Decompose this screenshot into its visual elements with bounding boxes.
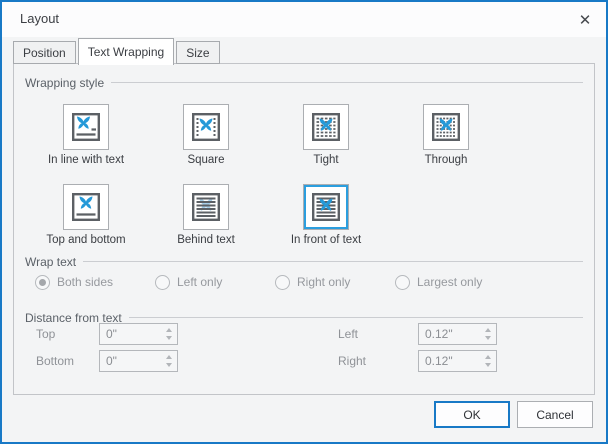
wrapping-option-top-and-bottom[interactable]: Top and bottom xyxy=(26,184,146,264)
spin-down-icon[interactable] xyxy=(485,363,491,367)
spinner xyxy=(161,324,177,344)
top-distance-field[interactable]: 0" xyxy=(99,323,178,345)
bottom-distance-field[interactable]: 0" xyxy=(99,350,178,372)
wrapping-option-label: Tight xyxy=(313,154,338,166)
right-distance-value: 0.12" xyxy=(419,351,480,371)
wrapping-style-group-header: Wrapping style xyxy=(25,75,583,90)
spin-up-icon[interactable] xyxy=(485,355,491,359)
wrapping-option-label: Behind text xyxy=(177,234,235,246)
spin-down-icon[interactable] xyxy=(166,363,172,367)
left-field-label: Left xyxy=(338,327,358,341)
radio-both-sides[interactable]: Both sides xyxy=(35,273,155,291)
wrapping-option-tight[interactable]: Tight xyxy=(266,104,386,184)
right-distance-field[interactable]: 0.12" xyxy=(418,350,497,372)
wrapping-style-group-label: Wrapping style xyxy=(25,76,104,90)
wrapping-option-square[interactable]: Square xyxy=(146,104,266,184)
titlebar: Layout ✕ xyxy=(2,2,606,37)
radio-circle-icon[interactable] xyxy=(395,275,410,290)
radio-label: Left only xyxy=(177,275,222,289)
tab-text-wrapping[interactable]: Text Wrapping xyxy=(78,38,174,65)
wrapping-option-in-front-of-text[interactable]: In front of text xyxy=(266,184,386,264)
radio-circle-icon[interactable] xyxy=(275,275,290,290)
wrapping-option-label: In front of text xyxy=(291,234,361,246)
through-icon xyxy=(430,111,462,143)
spin-down-icon[interactable] xyxy=(166,336,172,340)
square-icon xyxy=(190,111,222,143)
wrapping-style-options: In line with text Square xyxy=(26,104,506,264)
right-field-label: Right xyxy=(338,354,366,368)
tight-icon xyxy=(310,111,342,143)
ok-button[interactable]: OK xyxy=(434,401,510,428)
cancel-button[interactable]: Cancel xyxy=(517,401,593,428)
wrapping-option-through[interactable]: Through xyxy=(386,104,506,184)
wrapping-option-label: Square xyxy=(187,154,224,166)
through-tile[interactable] xyxy=(423,104,469,150)
radio-label: Right only xyxy=(297,275,350,289)
in-line-with-text-icon xyxy=(70,111,102,143)
radio-largest-only[interactable]: Largest only xyxy=(395,273,515,291)
top-and-bottom-icon xyxy=(70,191,102,223)
wrap-text-group-header: Wrap text xyxy=(25,254,583,269)
radio-label: Largest only xyxy=(417,275,482,289)
radio-label: Both sides xyxy=(57,275,113,289)
top-field-label: Top xyxy=(36,327,55,341)
wrapping-option-label: Through xyxy=(425,154,468,166)
dialog-title: Layout xyxy=(20,11,59,26)
spinner xyxy=(161,351,177,371)
spin-up-icon[interactable] xyxy=(166,355,172,359)
spinner xyxy=(480,324,496,344)
close-icon[interactable]: ✕ xyxy=(574,9,596,31)
radio-left-only[interactable]: Left only xyxy=(155,273,275,291)
wrap-text-options: Both sides Left only Right only Largest … xyxy=(35,273,515,291)
tab-position[interactable]: Position xyxy=(13,41,76,64)
wrapping-option-label: In line with text xyxy=(48,154,124,166)
group-divider-line xyxy=(111,82,583,83)
tight-tile[interactable] xyxy=(303,104,349,150)
in-front-of-text-icon xyxy=(310,191,342,223)
top-distance-value: 0" xyxy=(100,324,161,344)
left-distance-field[interactable]: 0.12" xyxy=(418,323,497,345)
bottom-distance-value: 0" xyxy=(100,351,161,371)
radio-circle-icon[interactable] xyxy=(155,275,170,290)
text-wrapping-panel: Wrapping style In line with text xyxy=(13,63,595,395)
left-distance-value: 0.12" xyxy=(419,324,480,344)
layout-dialog: Layout ✕ Position Text Wrapping Size Wra… xyxy=(0,0,608,444)
tabstrip: Position Text Wrapping Size xyxy=(13,36,222,64)
square-tile[interactable] xyxy=(183,104,229,150)
wrapping-option-in-line-with-text[interactable]: In line with text xyxy=(26,104,146,184)
in-front-of-text-tile-selected[interactable] xyxy=(303,184,349,230)
wrapping-option-label: Top and bottom xyxy=(46,234,125,246)
behind-text-tile[interactable] xyxy=(183,184,229,230)
wrap-text-group-label: Wrap text xyxy=(25,255,76,269)
spin-down-icon[interactable] xyxy=(485,336,491,340)
behind-text-icon xyxy=(190,191,222,223)
radio-right-only[interactable]: Right only xyxy=(275,273,395,291)
tab-size[interactable]: Size xyxy=(176,41,219,64)
spin-up-icon[interactable] xyxy=(485,328,491,332)
radio-circle-icon[interactable] xyxy=(35,275,50,290)
in-line-with-text-tile[interactable] xyxy=(63,104,109,150)
bottom-field-label: Bottom xyxy=(36,354,74,368)
top-and-bottom-tile[interactable] xyxy=(63,184,109,230)
spinner xyxy=(480,351,496,371)
group-divider-line xyxy=(129,317,583,318)
group-divider-line xyxy=(83,261,583,262)
spin-up-icon[interactable] xyxy=(166,328,172,332)
wrapping-option-behind-text[interactable]: Behind text xyxy=(146,184,266,264)
